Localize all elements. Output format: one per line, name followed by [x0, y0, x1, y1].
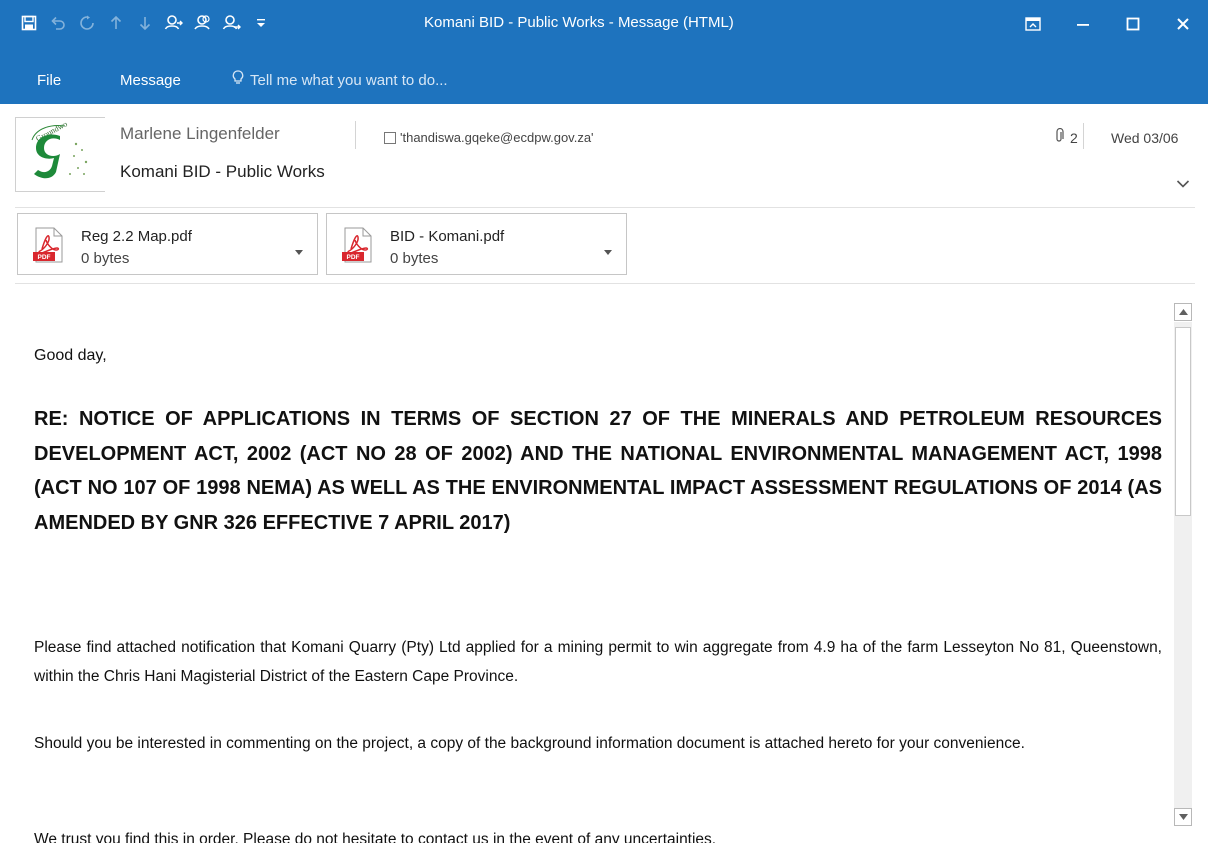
ribbon: File Message Tell me what you want to do…: [0, 62, 1208, 104]
scrollbar-thumb[interactable]: [1175, 327, 1191, 516]
attachment-item[interactable]: PDF Reg 2.2 Map.pdf 0 bytes: [17, 213, 318, 275]
attachment-size: 0 bytes: [390, 250, 439, 267]
chevron-down-icon: [1178, 814, 1188, 820]
body-paragraph: We trust you find this in order. Please …: [34, 831, 717, 843]
greeting: Good day,: [34, 347, 107, 364]
attachment-item[interactable]: PDF BID - Komani.pdf 0 bytes: [326, 213, 627, 275]
body-paragraph: Please find attached notification that K…: [34, 639, 1162, 685]
attachment-count-value: 2: [1070, 129, 1078, 146]
expand-header-chevron-down-icon[interactable]: [1176, 176, 1190, 194]
close-icon[interactable]: [1158, 4, 1208, 44]
sender-name[interactable]: Marlene Lingenfelder: [120, 124, 280, 144]
scroll-up-button[interactable]: [1174, 303, 1192, 321]
divider: [15, 207, 1195, 208]
ribbon-display-options-icon[interactable]: [1008, 4, 1058, 44]
attachment-dropdown-icon[interactable]: [295, 242, 303, 260]
down-arrow-icon[interactable]: [130, 10, 159, 36]
recipient-checkbox-icon: [384, 131, 396, 144]
attachment-dropdown-icon[interactable]: [604, 242, 612, 260]
maximize-icon[interactable]: [1108, 4, 1158, 44]
header-divider: [355, 121, 356, 149]
pdf-icon: PDF: [339, 227, 375, 268]
quick-access-toolbar: [14, 10, 275, 36]
up-arrow-icon[interactable]: [101, 10, 130, 36]
pdf-icon: PDF: [30, 227, 66, 268]
recipient-address: 'thandiswa.gqeke@ecdpw.gov.za': [400, 130, 594, 145]
scrollbar-track[interactable]: [1174, 322, 1192, 808]
tab-file[interactable]: File: [37, 72, 61, 89]
header-divider: [1083, 123, 1084, 149]
attachment-size: 0 bytes: [81, 250, 130, 267]
paperclip-icon: [1054, 127, 1064, 147]
tab-message[interactable]: Message: [120, 72, 181, 89]
undo-icon[interactable]: [43, 10, 72, 36]
forward-icon[interactable]: [217, 10, 246, 36]
sender-avatar: Groundwo: [15, 117, 105, 192]
redo-icon[interactable]: [72, 10, 101, 36]
message-date: Wed 03/06: [1111, 130, 1179, 146]
message-subject: Komani BID - Public Works: [120, 162, 325, 181]
scroll-down-button[interactable]: [1174, 808, 1192, 826]
attachment-count: 2: [1054, 127, 1078, 147]
title-bar: Komani BID - Public Works - Message (HTM…: [0, 0, 1208, 62]
reply-icon[interactable]: [159, 10, 188, 36]
svg-text:PDF: PDF: [347, 254, 360, 261]
attachment-name: BID - Komani.pdf: [390, 228, 505, 245]
chevron-up-icon: [1178, 309, 1188, 315]
notice-heading: RE: NOTICE OF APPLICATIONS IN TERMS OF S…: [34, 408, 1162, 534]
window-title: Komani BID - Public Works - Message (HTM…: [424, 14, 734, 31]
minimize-icon[interactable]: [1058, 4, 1108, 44]
tell-me-text: Tell me what you want to do...: [250, 71, 448, 89]
reply-all-icon[interactable]: [188, 10, 217, 36]
message-body: Good day, RE: NOTICE OF APPLICATIONS IN …: [34, 284, 1162, 843]
body-paragraph: Should you be interested in commenting o…: [34, 735, 1025, 752]
tell-me-search[interactable]: Tell me what you want to do...: [232, 70, 448, 90]
svg-text:PDF: PDF: [38, 254, 51, 261]
recipient[interactable]: 'thandiswa.gqeke@ecdpw.gov.za': [384, 130, 594, 145]
customize-toolbar-dropdown-icon[interactable]: [246, 10, 275, 36]
attachment-name: Reg 2.2 Map.pdf: [81, 228, 192, 245]
lightbulb-icon: [232, 70, 244, 90]
window-controls: [1008, 4, 1208, 44]
vertical-scrollbar[interactable]: [1174, 303, 1194, 827]
save-icon[interactable]: [14, 10, 43, 36]
